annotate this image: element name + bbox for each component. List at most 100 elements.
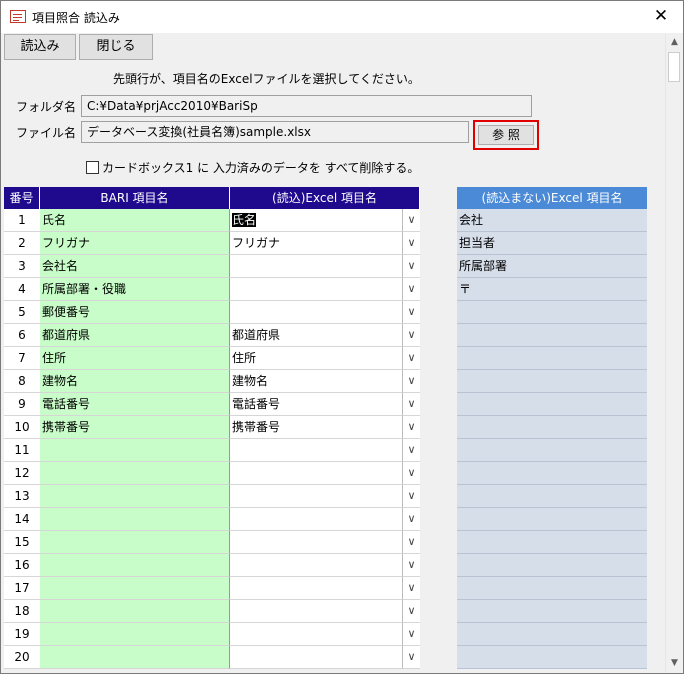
chevron-down-icon[interactable]: ∨: [402, 531, 420, 554]
bari-field-name[interactable]: 会社名: [40, 255, 230, 278]
bari-field-name[interactable]: 建物名: [40, 370, 230, 393]
dialog-window: 項目照合 読込み ✕ 読込み 閉じる ▲ ▼ 先頭行が、項目名のExcelファイ…: [0, 0, 684, 674]
header-excel: (読込)Excel 項目名: [230, 187, 420, 209]
excel-field-select[interactable]: [230, 255, 402, 278]
bari-field-name[interactable]: 氏名: [40, 209, 230, 232]
excel-field-select[interactable]: 建物名: [230, 370, 402, 393]
bari-field-name[interactable]: [40, 508, 230, 531]
clear-checkbox[interactable]: [86, 161, 99, 174]
bari-field-name[interactable]: [40, 462, 230, 485]
table-row: 16 ∨: [4, 554, 420, 577]
excel-field-select[interactable]: 電話番号: [230, 393, 402, 416]
close-icon[interactable]: ✕: [639, 1, 683, 31]
load-button[interactable]: 読込み: [4, 34, 76, 60]
list-item[interactable]: [457, 508, 647, 531]
list-item[interactable]: [457, 600, 647, 623]
chevron-down-icon[interactable]: ∨: [402, 255, 420, 278]
chevron-down-icon[interactable]: ∨: [402, 485, 420, 508]
excel-field-select[interactable]: [230, 278, 402, 301]
list-item[interactable]: [457, 462, 647, 485]
chevron-down-icon[interactable]: ∨: [402, 508, 420, 531]
bari-field-name[interactable]: 電話番号: [40, 393, 230, 416]
excel-field-select[interactable]: 氏名: [230, 209, 402, 232]
bari-field-name[interactable]: 所属部署・役職: [40, 278, 230, 301]
table-row: 5 郵便番号 ∨: [4, 301, 420, 324]
chevron-down-icon[interactable]: ∨: [402, 439, 420, 462]
excel-field-select[interactable]: [230, 623, 402, 646]
scroll-down-icon[interactable]: ▼: [666, 655, 683, 672]
browse-highlight: 参 照: [473, 120, 539, 150]
list-item[interactable]: [457, 531, 647, 554]
excel-field-select[interactable]: [230, 600, 402, 623]
list-item[interactable]: [457, 301, 647, 324]
bari-field-name[interactable]: 都道府県: [40, 324, 230, 347]
excel-field-select[interactable]: [230, 646, 402, 669]
list-item[interactable]: 会社: [457, 209, 647, 232]
bari-field-name[interactable]: 住所: [40, 347, 230, 370]
list-item[interactable]: 担当者: [457, 232, 647, 255]
list-item[interactable]: [457, 554, 647, 577]
excel-field-select[interactable]: 住所: [230, 347, 402, 370]
table-row: 6 都道府県 都道府県 ∨: [4, 324, 420, 347]
list-item[interactable]: 所属部署: [457, 255, 647, 278]
excel-field-select[interactable]: [230, 508, 402, 531]
chevron-down-icon[interactable]: ∨: [402, 278, 420, 301]
chevron-down-icon[interactable]: ∨: [402, 393, 420, 416]
chevron-down-icon[interactable]: ∨: [402, 232, 420, 255]
chevron-down-icon[interactable]: ∨: [402, 370, 420, 393]
list-item[interactable]: [457, 416, 647, 439]
bari-field-name[interactable]: [40, 439, 230, 462]
bari-field-name[interactable]: [40, 485, 230, 508]
excel-field-select[interactable]: 携帯番号: [230, 416, 402, 439]
list-item[interactable]: [457, 646, 647, 669]
chevron-down-icon[interactable]: ∨: [402, 646, 420, 669]
list-item[interactable]: [457, 347, 647, 370]
excel-field-select[interactable]: [230, 485, 402, 508]
list-item[interactable]: [457, 393, 647, 416]
chevron-down-icon[interactable]: ∨: [402, 324, 420, 347]
clear-option[interactable]: カードボックス1 に 入力済みのデータを すべて削除する。: [86, 159, 419, 176]
excel-field-select[interactable]: [230, 462, 402, 485]
bari-field-name[interactable]: [40, 600, 230, 623]
excel-field-select[interactable]: 都道府県: [230, 324, 402, 347]
excel-field-select[interactable]: フリガナ: [230, 232, 402, 255]
chevron-down-icon[interactable]: ∨: [402, 301, 420, 324]
list-item[interactable]: [457, 439, 647, 462]
list-item[interactable]: [457, 485, 647, 508]
close-button[interactable]: 閉じる: [79, 34, 153, 60]
chevron-down-icon[interactable]: ∨: [402, 600, 420, 623]
chevron-down-icon[interactable]: ∨: [402, 623, 420, 646]
chevron-down-icon[interactable]: ∨: [402, 416, 420, 439]
list-item[interactable]: [457, 577, 647, 600]
excel-field-select[interactable]: [230, 439, 402, 462]
row-number: 9: [4, 393, 40, 416]
bari-field-name[interactable]: フリガナ: [40, 232, 230, 255]
chevron-down-icon[interactable]: ∨: [402, 577, 420, 600]
bari-field-name[interactable]: 郵便番号: [40, 301, 230, 324]
chevron-down-icon[interactable]: ∨: [402, 462, 420, 485]
bari-field-name[interactable]: 携帯番号: [40, 416, 230, 439]
vertical-scrollbar[interactable]: ▲ ▼: [665, 34, 683, 672]
chevron-down-icon[interactable]: ∨: [402, 554, 420, 577]
excel-field-select[interactable]: [230, 531, 402, 554]
file-field[interactable]: データベース変換(社員名簿)sample.xlsx: [81, 121, 469, 143]
chevron-down-icon[interactable]: ∨: [402, 347, 420, 370]
bari-field-name[interactable]: [40, 646, 230, 669]
folder-field[interactable]: C:¥Data¥prjAcc2010¥BariSp: [81, 95, 532, 117]
browse-button[interactable]: 参 照: [478, 125, 534, 145]
excel-field-select[interactable]: [230, 577, 402, 600]
chevron-down-icon[interactable]: ∨: [402, 209, 420, 232]
excel-field-select[interactable]: [230, 301, 402, 324]
bari-field-name[interactable]: [40, 577, 230, 600]
list-item[interactable]: [457, 370, 647, 393]
list-item[interactable]: [457, 623, 647, 646]
scroll-thumb[interactable]: [668, 52, 680, 82]
list-item[interactable]: 〒: [457, 278, 647, 301]
excel-field-select[interactable]: [230, 554, 402, 577]
list-item[interactable]: [457, 324, 647, 347]
scroll-up-icon[interactable]: ▲: [666, 34, 683, 51]
bari-field-name[interactable]: [40, 531, 230, 554]
bari-field-name[interactable]: [40, 554, 230, 577]
row-number: 4: [4, 278, 40, 301]
bari-field-name[interactable]: [40, 623, 230, 646]
